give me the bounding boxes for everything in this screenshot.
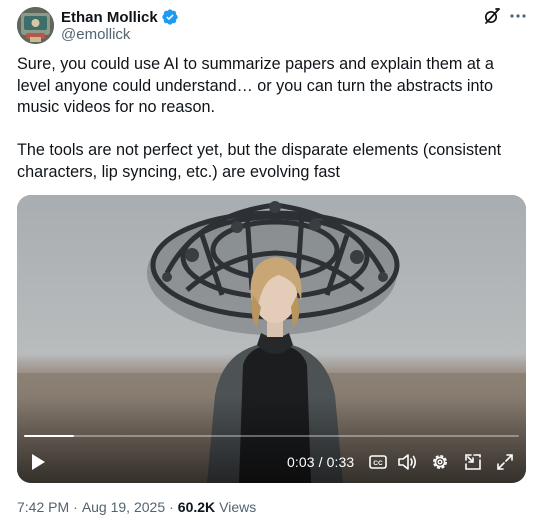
tweet-time[interactable]: 7:42 PM [17, 499, 69, 515]
picture-in-picture-icon[interactable] [462, 451, 484, 473]
tweet-meta: 7:42 PM · Aug 19, 2025 · 60.2K Views [17, 499, 256, 515]
video-progress-bar[interactable] [24, 435, 519, 437]
video-time-display: 0:03 / 0:33 [287, 454, 355, 470]
verified-badge-icon[interactable] [161, 8, 179, 26]
volume-icon[interactable] [396, 451, 418, 473]
more-icon[interactable] [507, 6, 529, 26]
play-icon[interactable] [30, 453, 46, 471]
views-label: Views [219, 499, 257, 515]
meta-separator: · [73, 499, 78, 515]
tweet: Ethan Mollick @emollick Sure, you could … [0, 0, 557, 532]
tweet-date[interactable]: Aug 19, 2025 [82, 499, 165, 515]
avatar[interactable] [17, 7, 54, 44]
author-display-name[interactable]: Ethan Mollick [61, 9, 158, 26]
author-handle[interactable]: @emollick [61, 26, 130, 43]
video-frame [17, 195, 526, 483]
grok-icon[interactable] [483, 7, 501, 25]
tweet-paragraph: Sure, you could use AI to summarize pape… [17, 55, 494, 117]
meta-separator: · [169, 499, 174, 515]
closed-captions-icon[interactable]: CC [367, 451, 389, 473]
svg-text:CC: CC [373, 460, 383, 467]
video-player[interactable]: 0:03 / 0:33 CC [17, 195, 526, 483]
tweet-text: Sure, you could use AI to summarize pape… [17, 54, 527, 184]
author-name-row: Ethan Mollick [61, 7, 179, 27]
video-progress-fill [24, 435, 74, 437]
views-count[interactable]: 60.2K [178, 499, 215, 515]
tweet-paragraph: The tools are not perfect yet, but the d… [17, 141, 502, 181]
fullscreen-icon[interactable] [494, 451, 516, 473]
gear-icon[interactable] [429, 451, 451, 473]
